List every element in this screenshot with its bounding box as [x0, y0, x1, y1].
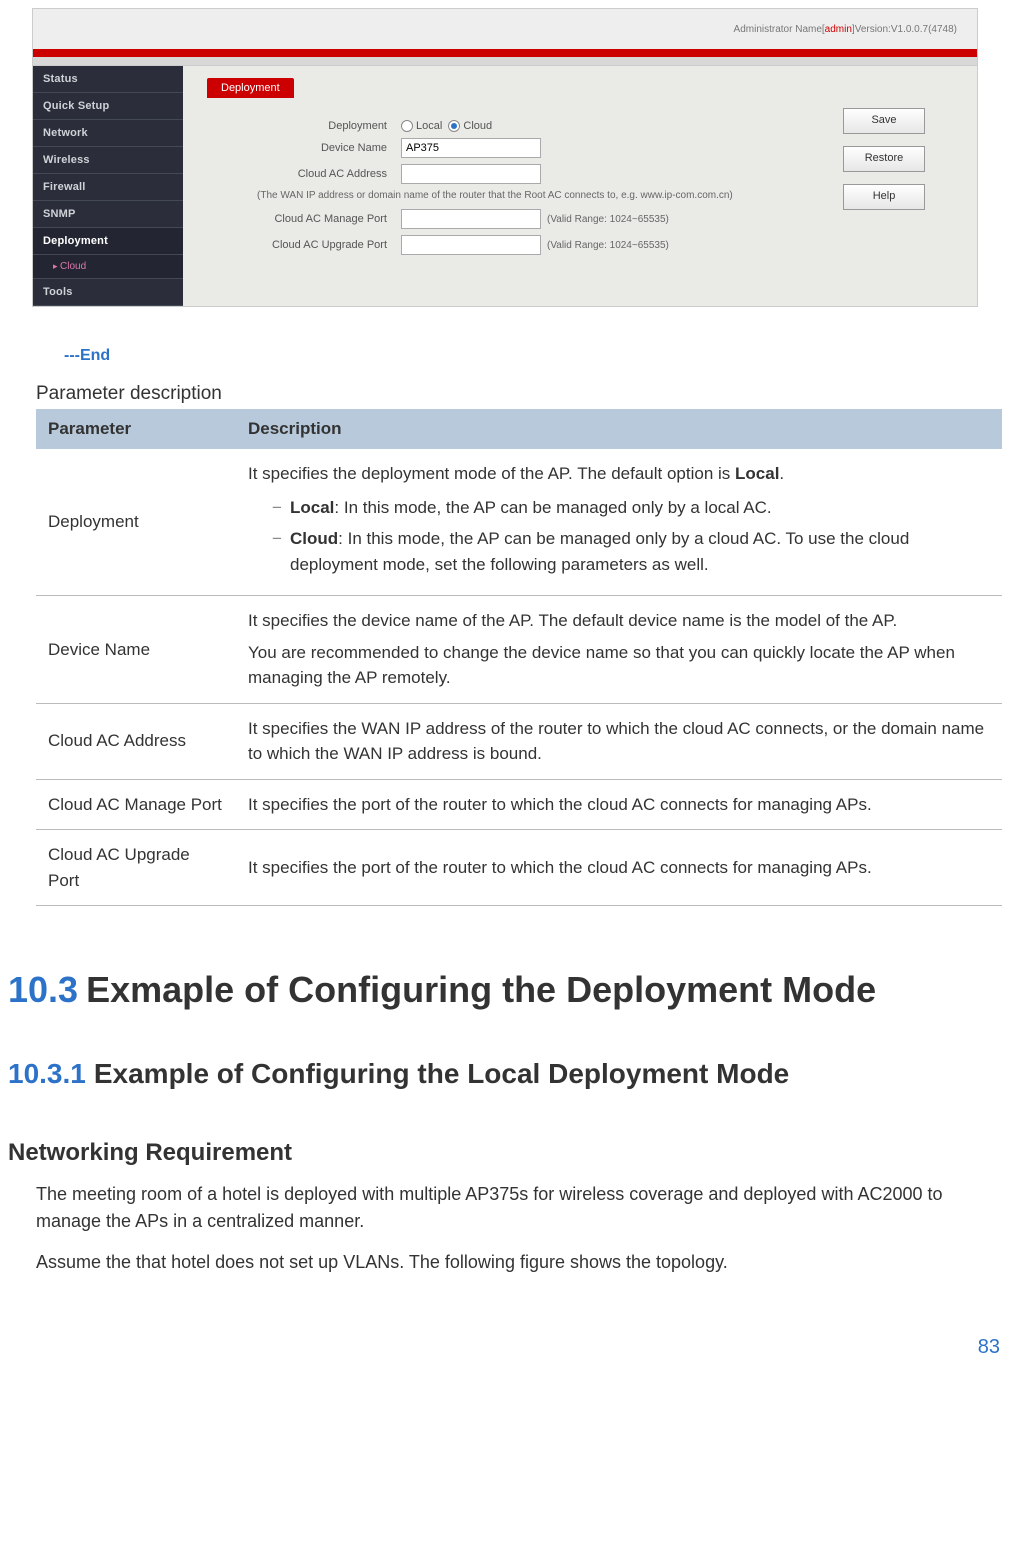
page-number: 83: [0, 1336, 1000, 1359]
save-button[interactable]: Save: [843, 108, 925, 134]
end-marker: ---End: [64, 347, 1006, 365]
param-cloud-ac-address: Cloud AC Address: [36, 703, 236, 779]
sidebar-item-tools[interactable]: Tools: [33, 279, 183, 306]
cloud-ac-manage-port-label: Cloud AC Manage Port: [197, 213, 401, 225]
param-cloud-ac-manage-port: Cloud AC Manage Port: [36, 779, 236, 830]
radio-cloud[interactable]: Cloud: [448, 120, 492, 132]
deployment-label: Deployment: [197, 120, 401, 132]
sidebar-item-network[interactable]: Network: [33, 120, 183, 147]
cloud-ac-upgrade-port-label: Cloud AC Upgrade Port: [197, 239, 401, 251]
param-device-name: Device Name: [36, 596, 236, 704]
cloud-ac-address-input[interactable]: [401, 164, 541, 184]
cloud-ac-address-label: Cloud AC Address: [197, 168, 401, 180]
restore-button[interactable]: Restore: [843, 146, 925, 172]
table-row: Cloud AC Manage Port It specifies the po…: [36, 779, 1002, 830]
cloud-ac-manage-port-input[interactable]: [401, 209, 541, 229]
sidebar-item-wireless[interactable]: Wireless: [33, 147, 183, 174]
subsection-title: Example of Configuring the Local Deploym…: [94, 1058, 789, 1089]
deployment-form: Deployment Deployment Local Cloud Device…: [197, 78, 843, 294]
action-buttons: Save Restore Help: [843, 78, 977, 294]
sidebar-subitem-cloud[interactable]: Cloud: [33, 255, 183, 279]
networking-requirement-p1: The meeting room of a hotel is deployed …: [36, 1181, 1002, 1235]
device-name-input[interactable]: [401, 138, 541, 158]
sidebar-item-status[interactable]: Status: [33, 66, 183, 93]
desc-cloud-ac-upgrade-port: It specifies the port of the router to w…: [236, 830, 1002, 906]
screenshot-topbar: Administrator Name[admin]Version:V1.0.0.…: [33, 9, 977, 49]
desc-device-name: It specifies the device name of the AP. …: [236, 596, 1002, 704]
desc-cloud-ac-address: It specifies the WAN IP address of the r…: [236, 703, 1002, 779]
desc-deployment: It specifies the deployment mode of the …: [236, 449, 1002, 596]
manage-port-hint: (Valid Range: 1024~65535): [547, 214, 669, 225]
networking-requirement-p2: Assume the that hotel does not set up VL…: [36, 1249, 1002, 1276]
radio-local[interactable]: Local: [401, 120, 442, 132]
device-name-label: Device Name: [197, 142, 401, 154]
sidebar-item-quick-setup[interactable]: Quick Setup: [33, 93, 183, 120]
header-subbar: [33, 57, 977, 66]
upgrade-port-hint: (Valid Range: 1024~65535): [547, 240, 669, 251]
help-button[interactable]: Help: [843, 184, 925, 210]
param-deployment: Deployment: [36, 449, 236, 596]
table-row: Cloud AC Upgrade Port It specifies the p…: [36, 830, 1002, 906]
desc-cloud-ac-manage-port: It specifies the port of the router to w…: [236, 779, 1002, 830]
section-title: Exmaple of Configuring the Deployment Mo…: [86, 969, 876, 1010]
parameter-table: Parameter Description Deployment It spec…: [36, 409, 1002, 906]
cloud-ac-address-hint: (The WAN IP address or domain name of th…: [257, 190, 843, 201]
section-10-3-1: 10.3.1 Example of Configuring the Local D…: [8, 1057, 1002, 1091]
table-row: Deployment It specifies the deployment m…: [36, 449, 1002, 596]
router-ui-screenshot: Administrator Name[admin]Version:V1.0.0.…: [32, 8, 978, 307]
networking-requirement-heading: Networking Requirement: [8, 1139, 1002, 1167]
subsection-number: 10.3.1: [8, 1058, 86, 1089]
admin-label: Administrator Name[admin]Version:V1.0.0.…: [734, 24, 957, 35]
table-row: Cloud AC Address It specifies the WAN IP…: [36, 703, 1002, 779]
sidebar-nav: Status Quick Setup Network Wireless Fire…: [33, 66, 183, 306]
section-number: 10.3: [8, 969, 78, 1010]
sidebar-item-snmp[interactable]: SNMP: [33, 201, 183, 228]
parameter-description-heading: Parameter description: [36, 383, 1006, 405]
admin-username: admin: [825, 24, 852, 35]
th-description: Description: [236, 409, 1002, 449]
param-cloud-ac-upgrade-port: Cloud AC Upgrade Port: [36, 830, 236, 906]
table-row: Device Name It specifies the device name…: [36, 596, 1002, 704]
sidebar-item-deployment[interactable]: Deployment: [33, 228, 183, 255]
th-parameter: Parameter: [36, 409, 236, 449]
sidebar-item-firewall[interactable]: Firewall: [33, 174, 183, 201]
section-10-3: 10.3Exmaple of Configuring the Deploymen…: [8, 968, 1002, 1011]
header-accent-bar: [33, 49, 977, 57]
tab-deployment[interactable]: Deployment: [207, 78, 294, 98]
cloud-ac-upgrade-port-input[interactable]: [401, 235, 541, 255]
